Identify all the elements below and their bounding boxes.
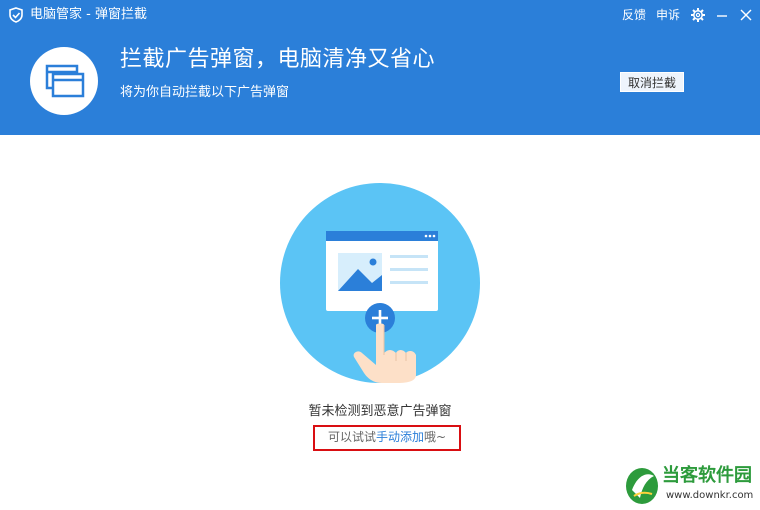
banner-subline: 将为你自动拦截以下广告弹窗 xyxy=(120,85,290,100)
feedback-link[interactable]: 反馈 xyxy=(622,7,646,23)
close-icon[interactable] xyxy=(738,7,754,23)
minimize-icon[interactable] xyxy=(714,7,730,23)
popup-window-badge xyxy=(30,47,98,115)
header-banner: 电脑管家 - 弹窗拦截 反馈 申诉 拦截广告弹窗，电脑清净又省心 将为你自动拦截… xyxy=(0,0,760,135)
watermark-name: 当客软件园 xyxy=(662,465,752,486)
cancel-block-button[interactable]: 取消拦截 xyxy=(620,72,684,92)
manual-add-link[interactable]: 手动添加 xyxy=(376,430,424,444)
gear-icon[interactable] xyxy=(690,7,706,23)
watermark-url: www.downkr.com xyxy=(666,490,754,501)
complain-link[interactable]: 申诉 xyxy=(656,7,680,23)
title-bar[interactable]: 电脑管家 - 弹窗拦截 反馈 申诉 xyxy=(0,0,760,30)
empty-state-title: 暂未检测到恶意广告弹窗 xyxy=(308,404,452,419)
popup-window-icon xyxy=(45,64,85,98)
hint-prefix: 可以试试 xyxy=(327,430,376,444)
empty-state-hint: 可以试试手动添加哦~ xyxy=(313,429,461,445)
hint-suffix: 哦~ xyxy=(423,430,447,444)
shield-logo-icon xyxy=(9,7,23,23)
banner-headline: 拦截广告弹窗，电脑清净又省心 xyxy=(120,47,436,72)
empty-state-illustration xyxy=(280,183,480,383)
window-title: 电脑管家 - 弹窗拦截 xyxy=(30,7,147,22)
